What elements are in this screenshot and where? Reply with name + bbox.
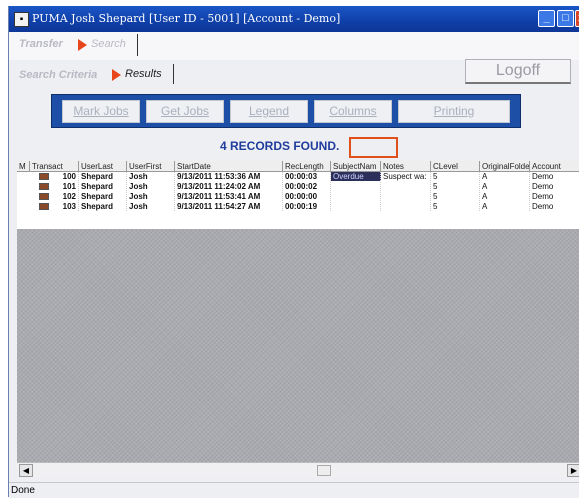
arrow-right-icon [112,69,121,81]
table-cell[interactable]: Josh [127,202,175,211]
printing-button[interactable]: Printing [398,100,510,123]
table-cell[interactable]: 5 [431,182,480,191]
tab-results[interactable]: Results [125,68,162,80]
table-cell[interactable]: 00:00:02 [283,182,331,191]
maximize-button[interactable]: □ [557,10,574,27]
table-cell[interactable]: 9/13/2011 11:53:36 AM [175,172,283,181]
column-header[interactable]: M [17,161,30,172]
table-cell[interactable]: Demo [530,202,579,211]
column-header[interactable]: CLevel [431,161,480,172]
table-row[interactable]: 103 Shepard Josh 9/13/2011 11:54:27 AM 00:00… [17,202,579,211]
horizontal-scrollbar[interactable]: ◀ ▶ [17,462,579,477]
tab-search-criteria[interactable]: Search Criteria [19,69,97,81]
column-header[interactable]: OriginalFolde [480,161,530,172]
table-cell[interactable]: A [480,172,530,181]
table-cell[interactable]: 9/13/2011 11:53:41 AM [175,192,283,201]
table-cell[interactable]: Demo [530,172,579,181]
table-cell[interactable] [331,202,381,211]
results-table: M Transact UserLast UserFirst StartDate RecLe… [17,161,579,229]
status-text: Done [11,485,35,496]
table-cell[interactable]: Shepard [79,192,127,201]
table-cell[interactable]: 00:00:19 [283,202,331,211]
table-cell[interactable]: Demo [530,182,579,191]
tab-divider [173,64,174,84]
column-header[interactable]: Notes [381,161,431,172]
table-cell[interactable]: 9/13/2011 11:24:02 AM [175,182,283,191]
table-cell[interactable]: Overdue [331,172,381,181]
scroll-left-icon[interactable]: ◀ [19,464,33,477]
app-window: ▪ PUMA Josh Shepard [User ID - 5001] [Ac… [8,6,579,498]
scroll-right-icon[interactable]: ▶ [567,464,579,477]
minimize-button[interactable]: _ [538,10,555,27]
subnav-band: Search Criteria Results [9,62,579,86]
table-cell[interactable]: A [480,192,530,201]
highlight-box [349,137,398,158]
table-cell[interactable]: Josh [127,192,175,201]
table-row[interactable]: 100 Shepard Josh 9/13/2011 11:53:36 AM 00:00… [17,172,579,181]
columns-button[interactable]: Columns [314,100,392,123]
table-cell[interactable]: 5 [431,172,480,181]
table-empty-area [17,229,579,462]
table-row[interactable]: 101 Shepard Josh 9/13/2011 11:24:02 AM 00:00… [17,182,579,191]
column-header[interactable]: RecLength [283,161,331,172]
table-cell[interactable] [381,192,431,201]
get-jobs-button[interactable]: Get Jobs [146,100,224,123]
table-cell[interactable]: 103 [30,202,79,211]
table-cell[interactable]: A [480,182,530,191]
table-cell[interactable]: 100 [30,172,79,181]
table-cell[interactable]: Josh [127,182,175,191]
column-header[interactable]: StartDate [175,161,283,172]
column-header[interactable]: SubjectNam [331,161,381,172]
column-header[interactable]: UserFirst [127,161,175,172]
table-cell[interactable]: 00:00:00 [283,192,331,201]
tab-transfer[interactable]: Transfer [19,38,63,50]
mark-jobs-button[interactable]: Mark Jobs [62,100,140,123]
column-header[interactable]: Transact [30,161,79,172]
table-cell[interactable]: 00:00:03 [283,172,331,181]
title-bar[interactable]: ▪ PUMA Josh Shepard [User ID - 5001] [Ac… [9,6,579,32]
table-cell[interactable]: 5 [431,202,480,211]
table-cell[interactable]: 102 [30,192,79,201]
table-cell[interactable] [331,182,381,191]
table-cell[interactable]: A [480,202,530,211]
table-cell[interactable] [381,182,431,191]
tab-search[interactable]: Search [91,38,126,50]
arrow-right-icon [78,39,87,51]
table-cell[interactable]: Shepard [79,172,127,181]
scroll-thumb[interactable] [317,465,331,476]
table-cell[interactable]: Shepard [79,202,127,211]
column-header[interactable]: Account [530,161,579,172]
table-row[interactable]: 102 Shepard Josh 9/13/2011 11:53:41 AM 00:00… [17,192,579,201]
legend-button[interactable]: Legend [230,100,308,123]
action-toolbar: Mark Jobs Get Jobs Legend Columns Printi… [51,94,521,128]
app-icon: ▪ [14,12,29,27]
table-cell[interactable]: Shepard [79,182,127,191]
table-cell[interactable]: Demo [530,192,579,201]
window-title: PUMA Josh Shepard [User ID - 5001] [Acco… [32,12,341,25]
column-header[interactable]: UserLast [79,161,127,172]
tab-divider [137,34,138,56]
close-button[interactable]: x [575,10,579,27]
records-found-label: 4 RECORDS FOUND. [220,139,340,153]
table-cell[interactable] [331,192,381,201]
table-cell[interactable]: 101 [30,182,79,191]
nav-band: Transfer Search Logoff [9,32,579,84]
table-cell[interactable]: Josh [127,172,175,181]
table-cell[interactable]: 9/13/2011 11:54:27 AM [175,202,283,211]
table-cell[interactable]: Suspect wa: [381,172,431,181]
table-cell[interactable] [381,202,431,211]
status-bar: Done [9,482,579,498]
table-cell[interactable]: 5 [431,192,480,201]
